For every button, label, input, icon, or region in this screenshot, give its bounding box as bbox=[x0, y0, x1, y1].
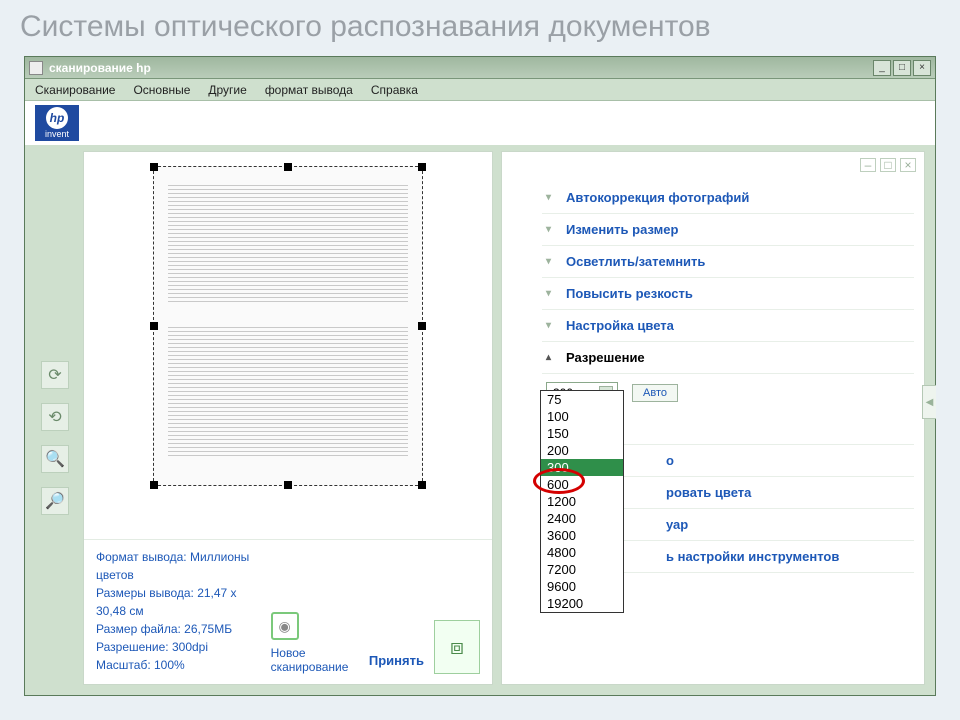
opt-600[interactable]: 600 bbox=[541, 476, 623, 493]
rotate-left-icon[interactable]: ⟲ bbox=[41, 403, 69, 431]
close-button[interactable]: × bbox=[913, 60, 931, 76]
acc-label: Изменить размер bbox=[566, 222, 678, 237]
settings-pane: – □ × ▾ Автокоррекция фотографий ▾ Измен… bbox=[501, 151, 925, 685]
info-filesize: Размер файла: 26,75МБ bbox=[96, 620, 261, 638]
partial-reset: ь настройки инструментов bbox=[666, 549, 839, 564]
preview-area bbox=[84, 152, 492, 539]
app-icon bbox=[29, 61, 43, 75]
hp-logo: hp invent bbox=[35, 105, 79, 141]
opt-75[interactable]: 75 bbox=[541, 391, 623, 408]
banner: hp invent bbox=[25, 101, 935, 145]
opt-9600[interactable]: 9600 bbox=[541, 578, 623, 595]
pane-close-icon[interactable]: × bbox=[900, 158, 916, 172]
info-actions: ◉ Новое сканирование Принять bbox=[271, 612, 424, 674]
chevron-down-icon: ▾ bbox=[546, 288, 558, 299]
acc-label: Разрешение bbox=[566, 350, 645, 365]
app-window: сканирование hp _ □ × Сканирование Основ… bbox=[24, 56, 936, 696]
info-scale: Масштаб: 100% bbox=[96, 656, 261, 674]
partial-colors: ровать цвета bbox=[666, 485, 751, 500]
preview-pane: Формат вывода: Миллионы цветов Размеры в… bbox=[83, 151, 493, 685]
acc-sharpen[interactable]: ▾ Повысить резкость bbox=[542, 278, 914, 310]
chevron-down-icon: ▾ bbox=[546, 256, 558, 267]
rotate-right-icon[interactable]: ⟳ bbox=[41, 361, 69, 389]
menu-output-format[interactable]: формат вывода bbox=[265, 83, 353, 97]
opt-200[interactable]: 200 bbox=[541, 442, 623, 459]
opt-2400[interactable]: 2400 bbox=[541, 510, 623, 527]
opt-19200[interactable]: 19200 bbox=[541, 595, 623, 612]
zoom-out-icon[interactable]: 🔎 bbox=[41, 487, 69, 515]
menu-basic[interactable]: Основные bbox=[133, 83, 190, 97]
chevron-down-icon: ▾ bbox=[546, 224, 558, 235]
minimize-button[interactable]: _ bbox=[873, 60, 891, 76]
titlebar: сканирование hp _ □ × bbox=[25, 57, 935, 79]
opt-300[interactable]: 300 bbox=[541, 459, 623, 476]
acc-resolution[interactable]: ▴ Разрешение bbox=[542, 342, 914, 374]
preview-eye-icon[interactable]: ◉ bbox=[271, 612, 299, 640]
acc-label: Осветлить/затемнить bbox=[566, 254, 705, 269]
acc-resize[interactable]: ▾ Изменить размер bbox=[542, 214, 914, 246]
resolution-dropdown[interactable]: 75 100 150 200 300 600 1200 2400 3600 48… bbox=[540, 390, 624, 613]
window-buttons: _ □ × bbox=[873, 60, 931, 76]
info-lines: Формат вывода: Миллионы цветов Размеры в… bbox=[96, 548, 261, 674]
acc-lighten[interactable]: ▾ Осветлить/затемнить bbox=[542, 246, 914, 278]
partial-uar: уар bbox=[666, 517, 688, 532]
workspace: ⟳ ⟲ 🔍 🔎 bbox=[25, 145, 935, 695]
menubar: Сканирование Основные Другие формат выво… bbox=[25, 79, 935, 101]
acc-color[interactable]: ▾ Настройка цвета bbox=[542, 310, 914, 342]
accordion: ▾ Автокоррекция фотографий ▾ Изменить ра… bbox=[512, 182, 914, 408]
pane-max-icon[interactable]: □ bbox=[880, 158, 896, 172]
acc-label: Настройка цвета bbox=[566, 318, 674, 333]
pane-controls: – □ × bbox=[860, 158, 916, 172]
expand-handle-icon[interactable]: ◀ bbox=[922, 385, 936, 419]
chevron-down-icon: ▾ bbox=[546, 192, 558, 203]
new-scan-link[interactable]: Новое сканирование bbox=[271, 646, 359, 674]
menu-other[interactable]: Другие bbox=[208, 83, 246, 97]
opt-150[interactable]: 150 bbox=[541, 425, 623, 442]
opt-7200[interactable]: 7200 bbox=[541, 561, 623, 578]
slide-title: Системы оптического распознавания докуме… bbox=[0, 0, 960, 50]
menu-scan[interactable]: Сканирование bbox=[35, 83, 115, 97]
info-size-2: 30,48 см bbox=[96, 602, 261, 620]
partial-o: о bbox=[666, 453, 674, 468]
opt-100[interactable]: 100 bbox=[541, 408, 623, 425]
info-panel: Формат вывода: Миллионы цветов Размеры в… bbox=[84, 539, 492, 684]
window-title: сканирование hp bbox=[49, 61, 873, 75]
hp-logo-sub: invent bbox=[45, 129, 69, 139]
opt-1200[interactable]: 1200 bbox=[541, 493, 623, 510]
info-resolution: Разрешение: 300dpi bbox=[96, 638, 261, 656]
acc-label: Повысить резкость bbox=[566, 286, 693, 301]
hp-logo-icon: hp bbox=[46, 107, 68, 129]
maximize-button[interactable]: □ bbox=[893, 60, 911, 76]
toolstrip: ⟳ ⟲ 🔍 🔎 bbox=[35, 151, 75, 685]
accept-button[interactable]: Принять bbox=[369, 653, 424, 668]
acc-autocorrect[interactable]: ▾ Автокоррекция фотографий bbox=[542, 182, 914, 214]
acc-label: Автокоррекция фотографий bbox=[566, 190, 749, 205]
auto-button[interactable]: Авто bbox=[632, 384, 678, 402]
pane-min-icon[interactable]: – bbox=[860, 158, 876, 172]
opt-3600[interactable]: 3600 bbox=[541, 527, 623, 544]
opt-4800[interactable]: 4800 bbox=[541, 544, 623, 561]
chevron-up-icon: ▴ bbox=[546, 352, 558, 363]
scan-preview[interactable] bbox=[153, 166, 423, 486]
chevron-down-icon: ▾ bbox=[546, 320, 558, 331]
menu-help[interactable]: Справка bbox=[371, 83, 418, 97]
scanner-icon[interactable]: ⧈ bbox=[434, 620, 480, 674]
info-format: Формат вывода: Миллионы цветов bbox=[96, 548, 261, 584]
zoom-in-icon[interactable]: 🔍 bbox=[41, 445, 69, 473]
info-size-1: Размеры вывода: 21,47 x bbox=[96, 584, 261, 602]
